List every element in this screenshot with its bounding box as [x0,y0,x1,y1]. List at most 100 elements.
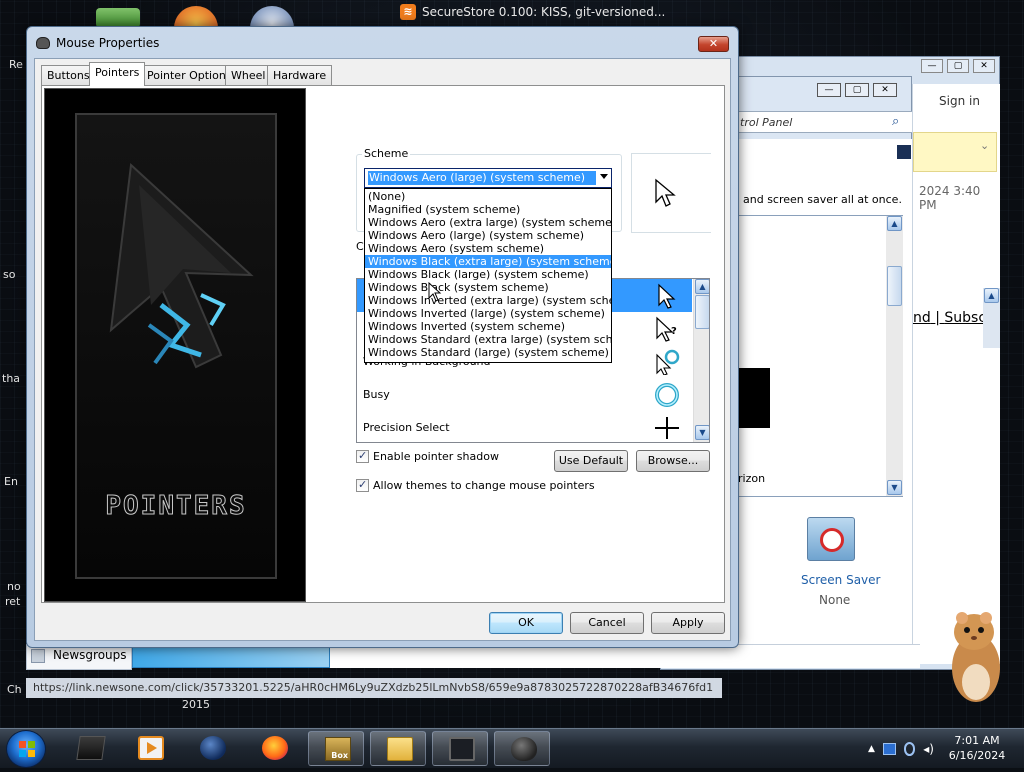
start-button[interactable] [6,730,46,768]
link-2[interactable]: Subsc [944,310,986,326]
newsgroups-label: Newsgroups [53,648,127,662]
tab-hardware[interactable]: Hardware [267,65,333,85]
tab-buttons[interactable]: Buttons [41,65,96,85]
allow-themes-checkbox[interactable] [356,478,369,492]
volume-icon[interactable]: ◂) [923,742,934,756]
control-panel-window[interactable]: — ▢ ✕ trol Panel ⌕ and screen saver all … [736,76,913,666]
desktop-fragment: tha [2,372,21,385]
list-item[interactable]: Busy [357,378,692,411]
links-row: nd | Subsc [913,310,986,326]
minimize-icon[interactable]: — [817,83,841,97]
svg-text:?: ? [671,326,677,337]
browse-button[interactable]: Browse... [636,450,710,472]
desktop-folder-icon[interactable] [96,8,140,28]
taskbar-item-box[interactable]: Box [308,731,364,766]
search-icon[interactable]: ⌕ [892,114,899,129]
tab-pointer-options[interactable]: Pointer Options [141,65,238,85]
clock-date: 6/16/2024 [948,749,1006,762]
scroll-up-icon[interactable]: ▲ [695,279,709,294]
feed-notification[interactable]: ≋ SecureStore 0.100: KISS, git-versioned… [400,2,665,22]
scroll-up-icon[interactable]: ▲ [887,216,902,231]
desktop-fragment: so [3,268,16,281]
dropdown-option[interactable]: Windows Standard (extra large) (system s… [365,333,611,346]
close-icon[interactable]: ✕ [973,59,995,73]
sign-in-link[interactable]: Sign in [939,94,980,108]
tab-wheel[interactable]: Wheel [225,65,272,85]
dropdown-option[interactable]: Windows Aero (extra large) (system schem… [365,216,611,229]
hamster-mascot [942,606,1006,706]
dropdown-option[interactable]: (None) [365,190,611,203]
preview-pane: rizon ▲ ▼ [737,215,903,497]
enable-shadow-row[interactable]: Enable pointer shadow [356,449,499,463]
dark-app-icon [76,736,106,760]
dropdown-option[interactable]: Windows Black (large) (system scheme) [365,268,611,281]
taskbar-item-mouse[interactable] [494,731,550,766]
side-panel: Sign in ⌄ 2024 3:40 PM nd | Subsc ▲ [912,84,1000,664]
display-tray-icon[interactable] [882,743,896,755]
firefox-icon [262,736,288,760]
taskbar-item-globe[interactable] [184,731,240,766]
taskbar-item-explorer[interactable] [370,731,426,766]
taskbar-item-monitor[interactable] [432,731,488,766]
title-bar[interactable]: Mouse Properties ✕ [27,27,738,57]
link-1[interactable]: nd [913,310,931,326]
control-panel-content: and screen saver all at once. rizon ▲ ▼ … [737,139,913,659]
tray-expand-icon[interactable]: ▲ [868,744,875,754]
tab-pointers[interactable]: Pointers [89,62,146,86]
minimize-icon[interactable]: — [921,59,943,73]
dropdown-option[interactable]: Windows Aero (system scheme) [365,242,611,255]
screen-saver-label[interactable]: Screen Saver [801,573,880,587]
close-icon[interactable]: ✕ [873,83,897,97]
dropdown-option[interactable]: Windows Aero (large) (system scheme) [365,229,611,242]
address-bar[interactable]: trol Panel ⌕ [737,111,913,133]
chevron-down-icon[interactable]: ⌄ [980,139,989,152]
scroll-thumb[interactable] [887,266,902,306]
dropdown-option[interactable]: Windows Inverted (extra large) (system s… [365,294,611,307]
background-window-controls: — ▢ ✕ [915,59,995,77]
dropdown-option[interactable]: Windows Standard (large) (system scheme) [365,346,611,359]
ok-button[interactable]: OK [489,612,563,634]
taskbar-item-firefox[interactable] [246,731,302,766]
taskbar-item-media-player[interactable] [122,731,178,766]
close-button[interactable]: ✕ [698,36,729,52]
dropdown-option[interactable]: Windows Inverted (large) (system scheme) [365,307,611,320]
preview-scrollbar[interactable]: ▲ ▼ [886,216,903,496]
screen-saver-icon[interactable] [807,517,855,561]
scroll-up-icon[interactable]: ▲ [984,288,999,303]
desktop-fragment: no [7,580,21,593]
side-scrollbar[interactable]: ▲ [983,288,1000,348]
no-sign-icon [820,528,844,552]
apply-button[interactable]: Apply [651,612,725,634]
dropdown-option[interactable]: Windows Black (system scheme) [365,281,611,294]
list-item[interactable]: Precision Select [357,411,692,442]
mouse-pointer-icon [428,282,442,302]
dropdown-option-highlighted[interactable]: Windows Black (extra large) (system sche… [365,255,611,268]
description-text: and screen saver all at once. [743,193,902,206]
network-tray-icon[interactable] [903,742,916,756]
dropdown-option[interactable]: Magnified (system scheme) [365,203,611,216]
cancel-button[interactable]: Cancel [570,612,644,634]
scroll-down-icon[interactable]: ▼ [887,480,902,495]
allow-themes-row[interactable]: Allow themes to change mouse pointers [356,478,595,492]
enable-shadow-checkbox[interactable] [356,449,369,463]
help-icon[interactable] [897,145,911,159]
maximize-icon[interactable]: ▢ [845,83,869,97]
scroll-down-icon[interactable]: ▼ [695,425,709,440]
feed-text: SecureStore 0.100: KISS, git-versioned..… [422,5,666,19]
dropdown-arrow-icon[interactable] [600,174,608,179]
mouse-icon [36,37,50,49]
scheme-dropdown-list[interactable]: (None) Magnified (system scheme) Windows… [364,188,612,363]
scroll-thumb[interactable] [695,295,709,329]
globe-icon [200,736,226,760]
dropdown-option[interactable]: Windows Inverted (system scheme) [365,320,611,333]
taskbar-clock[interactable]: 7:01 AM 6/16/2024 [944,733,1010,763]
scheme-dropdown[interactable]: Windows Aero (large) (system scheme) [364,168,612,188]
rss-icon: ≋ [400,4,416,20]
customize-scrollbar[interactable]: ▲ ▼ [693,279,709,442]
mouse-icon [511,737,537,761]
use-default-button[interactable]: Use Default [554,450,628,472]
maximize-icon[interactable]: ▢ [947,59,969,73]
timestamp-text: 2024 3:40 PM [919,184,981,212]
taskbar-item-dark-app[interactable] [62,731,118,766]
mouse-properties-dialog[interactable]: Mouse Properties ✕ Buttons Pointers Poin… [26,26,739,648]
